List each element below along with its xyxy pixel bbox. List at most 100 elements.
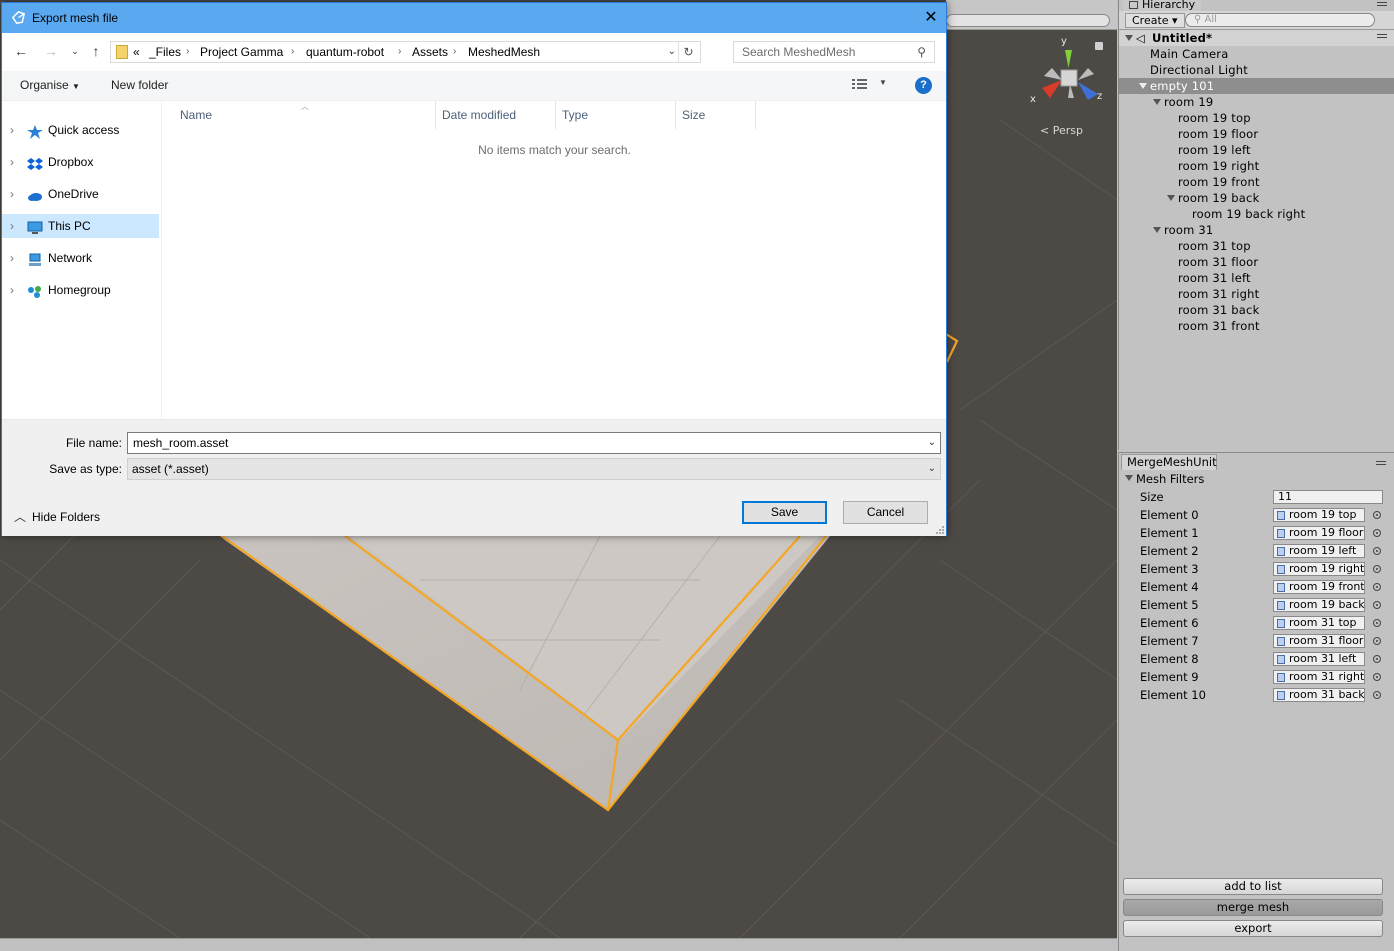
object-picker-icon[interactable] [1373,583,1381,591]
export-button[interactable]: export [1123,920,1383,937]
hierarchy-item[interactable]: room 19 back right [1119,206,1394,222]
hierarchy-item[interactable]: room 19 [1119,94,1394,110]
object-picker-icon[interactable] [1373,565,1381,573]
new-folder-button[interactable]: New folder [111,78,168,92]
view-options-icon[interactable] [852,78,868,90]
chevron-right-icon[interactable]: › [10,118,14,142]
merge-mesh-button[interactable]: merge mesh [1123,899,1383,916]
breadcrumb-assets[interactable]: Assets [412,42,448,62]
column-type[interactable]: Type [556,101,676,129]
add-to-list-button[interactable]: add to list [1123,878,1383,895]
mesh-filter-field[interactable]: room 19 right [1273,562,1365,576]
mesh-filter-field[interactable]: room 19 back [1273,598,1365,612]
back-button[interactable]: ← [12,42,30,60]
save-button[interactable]: Save [742,501,827,524]
hierarchy-item[interactable]: room 19 front [1119,174,1394,190]
object-picker-icon[interactable] [1373,529,1381,537]
search-input[interactable]: Search MeshedMesh ⚲ [733,41,935,63]
save-type-select[interactable]: asset (*.asset) ⌄ [127,458,941,480]
forward-button[interactable]: → [42,42,60,60]
hierarchy-item[interactable]: room 19 left [1119,142,1394,158]
breadcrumb-overflow[interactable]: « [133,42,140,62]
chevron-down-icon[interactable]: ⌄ [928,433,936,453]
mesh-filters-foldout[interactable]: Mesh Filters [1119,470,1394,488]
nav-item[interactable]: › Homegroup [2,278,159,302]
hierarchy-search-input[interactable]: ⚲ All [1185,13,1375,27]
hierarchy-item[interactable]: room 31 left [1119,270,1394,286]
nav-item[interactable]: › Quick access [2,118,159,142]
chevron-right-icon[interactable]: › [10,214,14,238]
up-button[interactable]: ↑ [87,42,105,60]
size-field[interactable]: 11 [1273,490,1383,504]
file-list[interactable]: ︿ Name Date modified Type Size No items … [163,101,946,419]
mesh-filter-field[interactable]: room 31 right [1273,670,1365,684]
chevron-right-icon[interactable]: › [10,278,14,302]
panel-menu-icon[interactable] [1377,2,1387,10]
object-picker-icon[interactable] [1373,655,1381,663]
breadcrumb-files[interactable]: _Files [149,42,181,62]
mesh-filter-field[interactable]: room 19 floor [1273,526,1365,540]
hierarchy-item[interactable]: Directional Light [1119,62,1394,78]
cancel-button[interactable]: Cancel [843,501,928,524]
organise-menu[interactable]: Organise ▼ [20,78,80,92]
chevron-right-icon[interactable]: › [10,150,14,174]
breadcrumb-project-gamma[interactable]: Project Gamma [200,42,283,62]
nav-item[interactable]: › OneDrive [2,182,159,206]
expand-triangle-icon[interactable] [1153,227,1161,233]
object-picker-icon[interactable] [1373,619,1381,627]
hierarchy-item[interactable]: room 19 back [1119,190,1394,206]
hierarchy-item[interactable]: room 19 right [1119,158,1394,174]
file-name-input[interactable]: mesh_room.asset ⌄ [127,432,941,454]
hierarchy-item[interactable]: Main Camera [1119,46,1394,62]
hierarchy-item[interactable]: room 19 floor [1119,126,1394,142]
breadcrumb-quantum-robot[interactable]: quantum-robot [306,42,384,62]
hierarchy-item[interactable]: room 31 front [1119,318,1394,334]
address-dropdown-icon[interactable]: ⌄ [668,42,676,62]
lock-icon[interactable] [1095,42,1103,50]
scene-search-input[interactable] [946,14,1110,27]
nav-item[interactable]: › Dropbox [2,150,159,174]
chevron-right-icon[interactable]: › [10,246,14,270]
refresh-icon[interactable]: ↻ [678,42,698,62]
mesh-filter-field[interactable]: room 19 left [1273,544,1365,558]
object-picker-icon[interactable] [1373,637,1381,645]
resize-grip-icon[interactable] [936,526,944,534]
hierarchy-item[interactable]: room 31 [1119,222,1394,238]
hierarchy-item[interactable]: room 31 floor [1119,254,1394,270]
hierarchy-item[interactable]: room 31 right [1119,286,1394,302]
column-size[interactable]: Size [676,101,756,129]
scene-root-row[interactable]: ◁ Untitled* [1119,30,1394,46]
object-picker-icon[interactable] [1373,691,1381,699]
mesh-filter-field[interactable]: room 31 left [1273,652,1365,666]
scene-menu-icon[interactable] [1377,34,1387,42]
mesh-filter-field[interactable]: room 19 top [1273,508,1365,522]
object-picker-icon[interactable] [1373,547,1381,555]
persp-toggle[interactable]: < Persp [1040,124,1083,137]
breadcrumb-meshedmesh[interactable]: MeshedMesh [468,42,540,62]
nav-item[interactable]: › Network [2,246,159,270]
column-name[interactable]: Name [174,101,436,129]
object-picker-icon[interactable] [1373,601,1381,609]
recent-locations-button[interactable]: ⌄ [66,42,84,60]
mesh-filter-field[interactable]: room 31 floor [1273,634,1365,648]
foldout-triangle-icon[interactable] [1125,475,1133,481]
hierarchy-item[interactable]: room 31 back [1119,302,1394,318]
expand-triangle-icon[interactable] [1153,99,1161,105]
address-bar[interactable]: « _Files › Project Gamma › quantum-robot… [110,41,701,63]
mesh-filter-field[interactable]: room 19 front [1273,580,1365,594]
chevron-right-icon[interactable]: › [10,182,14,206]
mesh-filter-field[interactable]: room 31 back [1273,688,1365,702]
view-dropdown-icon[interactable]: ▼ [879,78,887,87]
close-button[interactable]: ✕ [916,3,946,33]
expand-triangle-icon[interactable] [1125,35,1133,41]
hide-folders-button[interactable]: ︿ Hide Folders [14,508,100,525]
inspector-menu-icon[interactable] [1376,461,1386,469]
expand-triangle-icon[interactable] [1167,195,1175,201]
dialog-titlebar[interactable]: Export mesh file ✕ [2,3,946,33]
column-date-modified[interactable]: Date modified [436,101,556,129]
create-dropdown[interactable]: Create ▾ [1125,13,1185,28]
object-picker-icon[interactable] [1373,673,1381,681]
hierarchy-item[interactable]: empty 101 [1119,78,1394,94]
object-picker-icon[interactable] [1373,511,1381,519]
expand-triangle-icon[interactable] [1139,83,1147,89]
